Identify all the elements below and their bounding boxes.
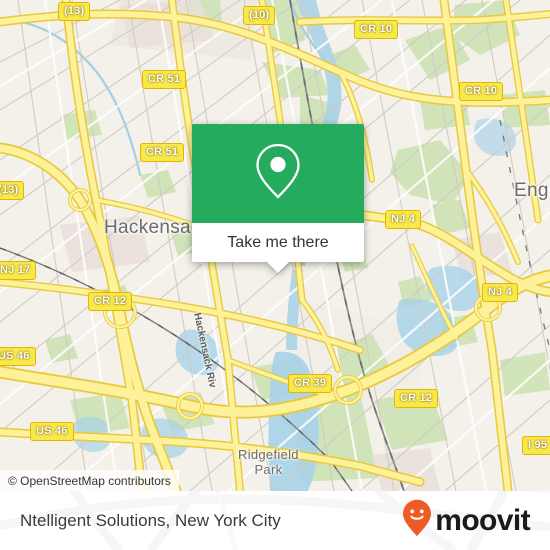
road-shield-nj4-center: NJ 4 [385, 210, 422, 229]
map-screenshot: Hackensack Riv Hackensa Engle Ridgefield… [0, 0, 550, 550]
place-label-ridgefield-park: Ridgefield Park [238, 447, 299, 477]
moovit-wordmark: moovit [435, 503, 530, 537]
moovit-logo[interactable]: moovit [402, 491, 531, 550]
road-shield-13-top: (13) [58, 2, 91, 21]
road-shield-cr12-left: CR 12 [88, 292, 133, 311]
footer-bar: Ntelligent Solutions, New York City moov… [0, 491, 550, 550]
place-label-line1: Ridgefield [238, 447, 299, 462]
road-shield-nj17: NJ 17 [0, 261, 37, 280]
road-shield-cr10-right: CR 10 [459, 82, 504, 101]
take-me-there-label: Take me there [227, 233, 329, 251]
place-label-hackensack: Hackensa [104, 217, 191, 238]
map-canvas[interactable]: Hackensack Riv Hackensa Engle Ridgefield… [0, 0, 550, 491]
moovit-pin-smiley-icon [402, 499, 432, 542]
road-shield-us46-left: US 46 [0, 347, 36, 366]
road-shield-cr51-lower: CR 51 [140, 143, 185, 162]
road-shield-10-top: (10) [243, 6, 276, 25]
place-label-englewood: Engle [514, 180, 550, 201]
road-shield-cr12-right: CR 12 [394, 389, 439, 408]
map-pin-icon [254, 142, 302, 205]
destination-popup[interactable]: Take me there [192, 124, 364, 273]
road-shield-us46-lower: US 46 [30, 422, 74, 441]
road-shield-cr51-upper: CR 51 [142, 70, 187, 89]
place-label-line2: Park [254, 462, 283, 477]
road-shield-i95: I 95 [522, 436, 550, 455]
take-me-there-button[interactable]: Take me there [192, 223, 364, 273]
road-shield-cr10-top: CR 10 [354, 20, 399, 39]
road-shield-13-left: (13) [0, 181, 25, 200]
road-shield-cr39: CR 39 [288, 374, 333, 393]
popup-image-area [192, 124, 364, 223]
osm-attribution[interactable]: © OpenStreetMap contributors [0, 470, 179, 491]
popup-pointer-arrow [267, 262, 289, 273]
road-shield-nj4-right: NJ 4 [482, 283, 519, 302]
location-title: Ntelligent Solutions, New York City [20, 510, 281, 530]
